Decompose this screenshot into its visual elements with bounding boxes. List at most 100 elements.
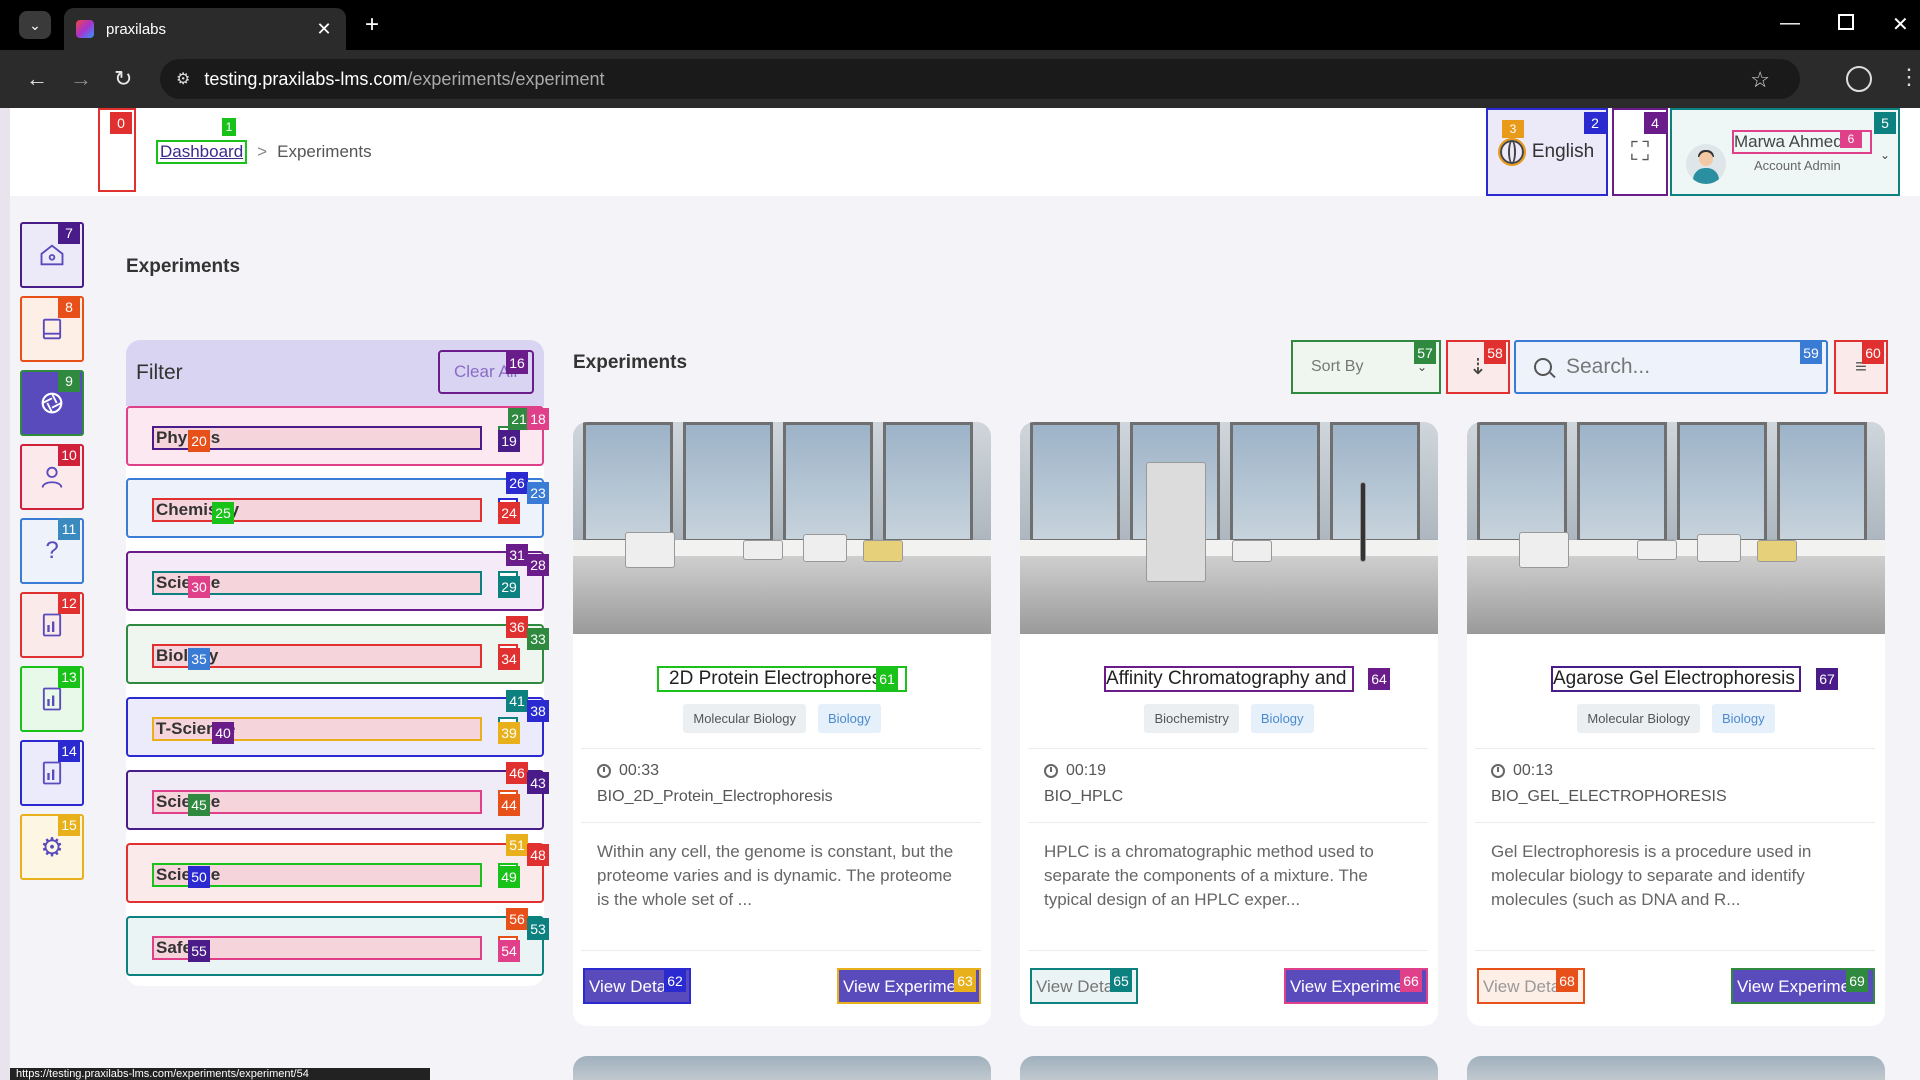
marker-badge: 53 [527,918,549,940]
report-icon [42,687,62,711]
marker-badge: 29 [498,576,520,598]
experiment-description: HPLC is a chromatographic method used to… [1044,842,1374,909]
forward-icon[interactable]: → [70,66,92,92]
aperture-icon [41,392,63,414]
card-title[interactable]: Affinity Chromatography and HPLC [1104,666,1354,692]
marker-badge: 35 [188,648,210,670]
user-menu[interactable]: Marwa Ahmed Account Admin ⌄ [1670,108,1900,196]
marker-badge: 33 [527,628,549,650]
language-label: English [1531,141,1595,162]
avatar [1686,144,1726,184]
experiment-code: BIO_HPLC [1044,788,1124,805]
marker-badge: 25 [212,502,234,524]
experiment-thumbnail [1020,422,1438,634]
clock-icon [1491,764,1505,778]
tag-list: Molecular Biology Biology [573,704,991,733]
card-title[interactable]: Agarose Gel Electrophoresis of DNA [1551,666,1801,692]
tag-list: Molecular Biology Biology [1467,704,1885,733]
marker-badge: 58 [1484,342,1506,364]
duration: 00:33 [597,762,659,780]
marker-badge: 65 [1110,970,1132,992]
profile-icon[interactable] [1846,66,1872,92]
marker-badge: 45 [188,794,210,816]
back-icon[interactable]: ← [26,66,48,92]
marker-badge: 13 [58,666,80,688]
marker-badge: 69 [1846,970,1868,992]
close-window-icon[interactable]: ✕ [1892,12,1909,37]
marker-badge: 44 [498,794,520,816]
marker-badge: 31 [506,544,528,566]
marker-badge: 63 [954,970,976,992]
tab-search-button[interactable]: ⌄ [19,11,51,39]
browser-menu-icon[interactable]: ⋮ [1898,64,1920,90]
reload-icon[interactable]: ↻ [114,66,132,92]
app-root: 0 Dashboard > Experiments 1 English 2 3 … [10,108,1920,1080]
marker-badge: 7 [58,222,80,244]
category-tag: Molecular Biology [1577,704,1700,733]
marker-badge: 67 [1816,668,1838,690]
marker-badge: 56 [506,908,528,930]
new-tab-button[interactable]: + [365,11,379,39]
filter-row[interactable]: Chemistry [126,478,544,538]
marker-badge: 43 [527,772,549,794]
marker-badge: 50 [188,866,210,888]
breadcrumb-dashboard-link[interactable]: Dashboard [156,140,248,164]
close-tab-icon[interactable]: ✕ [314,19,334,40]
card-title[interactable]: 2D Protein Electrophoresis [657,666,907,692]
bookmark-star-icon[interactable]: ☆ [1750,67,1770,93]
page-title: Experiments [126,256,241,277]
marker-badge: 60 [1862,342,1884,364]
experiment-card: Affinity Chromatography and HPLC Biochem… [1020,422,1438,1026]
minimize-icon[interactable]: — [1780,12,1800,35]
marker-badge: 15 [58,814,80,836]
duration: 00:13 [1491,762,1553,780]
site-info-icon[interactable]: ⚙ [176,69,190,89]
marker-badge: 36 [506,616,528,638]
tag-list: Biochemistry Biology [1020,704,1438,733]
marker-badge: 48 [527,844,549,866]
home-icon [40,244,64,266]
marker-badge: 9 [58,370,80,392]
marker-badge: 59 [1800,342,1822,364]
marker-badge: 46 [506,762,528,784]
breadcrumb-separator: > [257,142,268,161]
search-input[interactable] [1566,355,1816,379]
report-icon [42,613,62,637]
duration-value: 00:13 [1513,762,1554,779]
gear-icon: ⚙ [40,831,64,862]
clock-icon [597,764,611,778]
marker-badge: 41 [506,690,528,712]
experiment-description: Within any cell, the genome is constant,… [597,842,954,909]
search-box[interactable] [1514,340,1828,394]
marker-badge: 34 [498,648,520,670]
marker-badge: 4 [1644,112,1666,134]
marker-badge: 1 [222,118,236,136]
experiment-thumbnail [1467,422,1885,634]
experiment-description: Gel Electrophoresis is a procedure used … [1491,842,1812,909]
marker-badge: 11 [58,518,80,540]
book-icon [42,318,62,340]
chevron-down-icon: ⌄ [1880,148,1891,162]
fullscreen-icon: ⛶ [1630,136,1650,166]
browser-tabbar: ⌄ praxilabs ✕ + — ✕ [0,0,1920,50]
address-bar[interactable]: ⚙ testing.praxilabs-lms.com /experiments… [160,59,1800,99]
duration: 00:19 [1044,762,1106,780]
filter-header: Filter Clear All [126,340,544,406]
url-host: testing.praxilabs-lms.com [204,68,408,89]
marker-badge: 54 [498,940,520,962]
experiment-card: 2D Protein Electrophoresis Molecular Bio… [573,422,991,1026]
browser-tab[interactable]: praxilabs ✕ [64,8,346,50]
duration-value: 00:19 [1066,762,1107,779]
results-title: Experiments [573,352,688,373]
marker-badge: 66 [1400,970,1422,992]
marker-badge: 23 [527,482,549,504]
experiment-card-peek [1020,1056,1438,1080]
marker-badge: 5 [1874,112,1896,134]
marker-badge: 64 [1368,668,1390,690]
filter-row[interactable]: T-Science [126,697,544,757]
marker-badge: 26 [506,472,528,494]
marker-badge: 16 [506,352,528,374]
report-icon [42,761,62,785]
maximize-icon[interactable] [1838,14,1854,30]
marker-badge: 6 [1840,130,1862,148]
